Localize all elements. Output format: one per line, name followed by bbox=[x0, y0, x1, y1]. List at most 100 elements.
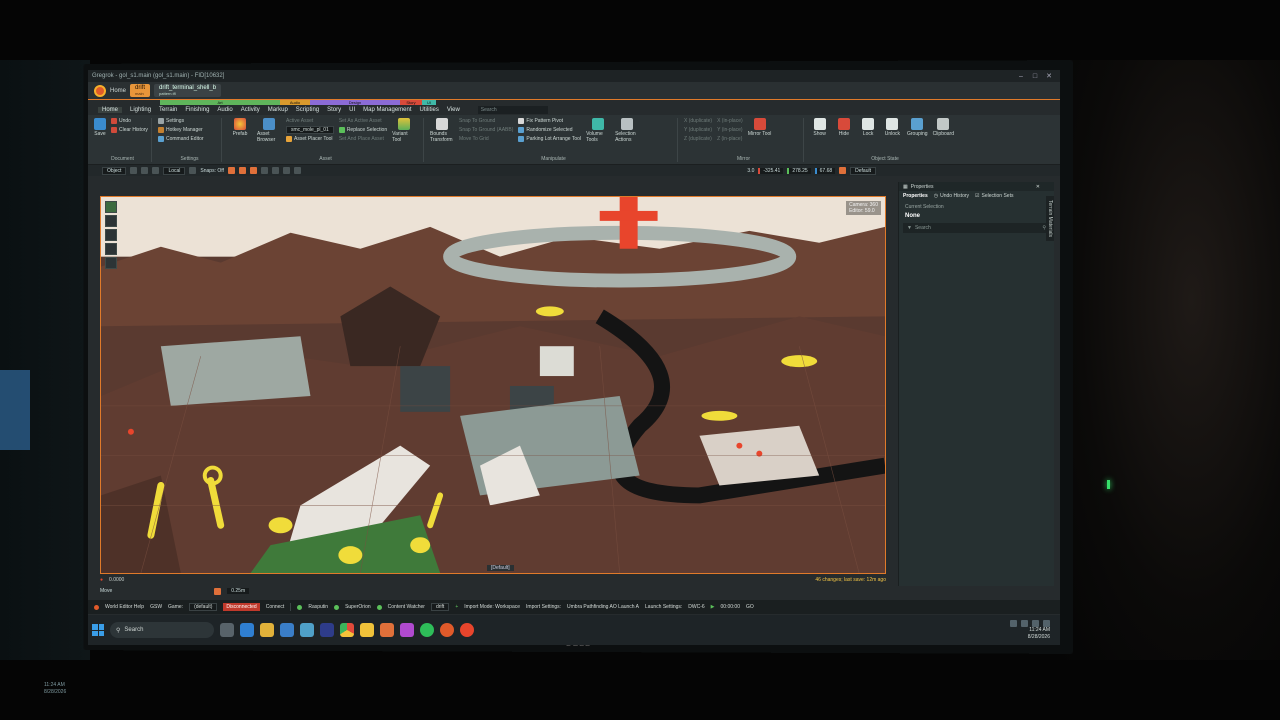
mode-select[interactable]: Object bbox=[102, 166, 127, 175]
tab-lighting[interactable]: Lighting bbox=[130, 107, 151, 113]
tab-scripting[interactable]: Scripting bbox=[296, 107, 319, 113]
vp-scale-tool-icon[interactable] bbox=[105, 243, 117, 255]
tab-utilities[interactable]: Utilities bbox=[420, 107, 439, 113]
doc-tab-main[interactable]: drift main bbox=[130, 84, 151, 97]
superorion-label[interactable]: SuperOrion bbox=[345, 604, 371, 610]
mirror-y-dup-button[interactable]: Y (duplicate) bbox=[684, 127, 712, 133]
spotify-icon[interactable] bbox=[420, 623, 434, 637]
vp-move-tool-icon[interactable] bbox=[105, 215, 117, 227]
undo-button[interactable]: Undo bbox=[111, 118, 148, 124]
move-speed-field[interactable]: 0.25m bbox=[227, 588, 250, 594]
ribbon-search-input[interactable]: Search bbox=[477, 106, 548, 114]
camera-icon[interactable] bbox=[260, 167, 268, 174]
gsw-indicator[interactable]: GSW bbox=[150, 604, 162, 610]
move-to-grid-button[interactable]: Move To Grid bbox=[459, 136, 513, 142]
tab-map-management[interactable]: Map Management bbox=[363, 107, 411, 113]
hotkey-manager-button[interactable]: Hotkey Manager bbox=[158, 127, 215, 133]
snap-rotate-icon[interactable] bbox=[238, 167, 246, 174]
vp-select-tool-icon[interactable] bbox=[105, 201, 117, 213]
error-indicator-icon[interactable]: ● bbox=[100, 577, 103, 583]
set-and-place-button[interactable]: Set And Place Asset bbox=[339, 136, 387, 142]
workspace-select[interactable]: drift bbox=[430, 603, 450, 611]
go-button[interactable]: GO bbox=[746, 604, 754, 610]
asset-placer-tool-button[interactable]: Asset Placer Tool bbox=[286, 136, 334, 142]
coord-x-field[interactable]: -325.41 bbox=[758, 167, 784, 174]
tray-chevron-icon[interactable] bbox=[1010, 620, 1017, 627]
remote-desktop-icon[interactable] bbox=[280, 623, 294, 637]
tray-network-icon[interactable] bbox=[1021, 620, 1028, 627]
tab-activity[interactable]: Activity bbox=[241, 107, 260, 113]
visibility-icon[interactable] bbox=[282, 167, 290, 174]
command-editor-button[interactable]: Command Editor bbox=[158, 136, 215, 142]
maximize-icon[interactable]: □ bbox=[1028, 73, 1042, 80]
media-icon[interactable] bbox=[460, 623, 474, 637]
tab-view[interactable]: View bbox=[447, 107, 460, 113]
clipboard-button[interactable]: Clipboard bbox=[933, 118, 954, 137]
lock-button[interactable]: Lock bbox=[859, 118, 878, 137]
snaps-toggle[interactable]: Snaps: Off bbox=[200, 168, 224, 174]
grouping-button[interactable]: Grouping bbox=[907, 118, 928, 137]
editor-app-icon[interactable] bbox=[380, 623, 394, 637]
coord-y-field[interactable]: 278.25 bbox=[787, 167, 811, 174]
mirror-x-in-button[interactable]: X (in-place) bbox=[717, 118, 743, 124]
layout-select[interactable]: Default bbox=[850, 166, 876, 175]
bounds-transform-button[interactable]: Bounds Transform bbox=[430, 118, 454, 143]
settings-button[interactable]: Settings bbox=[158, 118, 215, 124]
parking-lot-arrange-button[interactable]: Parking Lot Arrange Tool bbox=[518, 136, 581, 142]
content-watcher-label[interactable]: Content Watcher bbox=[388, 604, 425, 610]
grid-icon[interactable] bbox=[189, 167, 197, 174]
coord-z-field[interactable]: 67.68 bbox=[814, 167, 836, 174]
active-asset-select[interactable]: smc_mole_pl_01 bbox=[286, 126, 334, 134]
camera-label[interactable]: [Default] bbox=[487, 565, 514, 571]
mirror-z-in-button[interactable]: Z (in-place) bbox=[717, 136, 743, 142]
app-logo-icon[interactable] bbox=[94, 84, 106, 97]
gregrok-icon[interactable] bbox=[440, 623, 454, 637]
properties-search-input[interactable]: ▼ Search ⚲ bbox=[903, 223, 1050, 233]
import-flags[interactable]: Umbra Pathfinding AO Launch A bbox=[567, 604, 639, 610]
filter-icon[interactable] bbox=[293, 167, 301, 174]
move-speed-icon[interactable] bbox=[214, 587, 222, 595]
close-icon[interactable]: ✕ bbox=[1042, 72, 1056, 80]
photoshop-icon[interactable] bbox=[320, 623, 334, 637]
game-select[interactable]: (default) bbox=[189, 603, 218, 611]
taskbar-search-input[interactable]: ⚲ Search bbox=[110, 622, 214, 638]
tab-undo-history[interactable]: ◷ Undo History bbox=[934, 193, 969, 199]
import-mode-select[interactable]: Import Mode: Workspace bbox=[464, 604, 520, 610]
windows-start-icon[interactable] bbox=[92, 624, 104, 636]
mirror-y-in-button[interactable]: Y (in-place) bbox=[717, 127, 743, 133]
file-explorer-icon[interactable] bbox=[260, 623, 274, 637]
rasputin-label[interactable]: Rasputin bbox=[308, 604, 328, 610]
terminal-icon[interactable] bbox=[300, 623, 314, 637]
mirror-tool-button[interactable]: Mirror Tool bbox=[748, 118, 772, 142]
space-select[interactable]: Local bbox=[163, 166, 186, 175]
home-tab[interactable]: Home bbox=[110, 88, 126, 94]
replace-selection-button[interactable]: Replace Selection bbox=[338, 127, 387, 133]
tray-volume-icon[interactable] bbox=[1032, 620, 1039, 627]
move-tool-icon[interactable] bbox=[141, 167, 149, 174]
tab-ui[interactable]: UI bbox=[349, 107, 355, 113]
lighting-icon[interactable] bbox=[271, 167, 279, 174]
tab-terrain[interactable]: Terrain bbox=[159, 107, 177, 113]
set-as-active-button[interactable]: Set As Active Asset bbox=[339, 118, 387, 124]
clear-history-button[interactable]: Clear History bbox=[111, 127, 148, 133]
mirror-z-dup-button[interactable]: Z (duplicate) bbox=[684, 136, 712, 142]
camera-speed-value[interactable]: 3.0 bbox=[747, 168, 754, 174]
hide-button[interactable]: Hide bbox=[834, 118, 853, 137]
teams-icon[interactable] bbox=[400, 623, 414, 637]
selection-actions-button[interactable]: Selection Actions bbox=[615, 118, 639, 143]
add-icon[interactable]: + bbox=[455, 604, 458, 610]
show-button[interactable]: Show bbox=[810, 118, 829, 137]
doc-tab-terminal[interactable]: drift_terminal_shell_b pattern.tfl bbox=[154, 84, 222, 97]
mirror-x-dup-button[interactable]: X (duplicate) bbox=[684, 118, 712, 124]
record-icon[interactable] bbox=[839, 167, 847, 174]
connect-button[interactable]: Connect bbox=[266, 604, 285, 610]
panel-close-icon[interactable]: ✕ bbox=[1036, 184, 1040, 190]
3d-viewport[interactable]: Camera: 360 Editor: 59.0 [Default] bbox=[100, 196, 886, 574]
tab-markup[interactable]: Markup bbox=[268, 107, 288, 113]
minimize-icon[interactable]: – bbox=[1014, 73, 1028, 80]
tab-selection-sets[interactable]: ☑ Selection Sets bbox=[975, 193, 1013, 199]
terrain-materials-tab[interactable]: Terrain Materials bbox=[1046, 196, 1054, 241]
snap-to-ground-button[interactable]: Snap To Ground bbox=[459, 118, 513, 124]
randomize-selected-button[interactable]: Randomize Selected bbox=[518, 127, 581, 133]
chrome-icon[interactable] bbox=[340, 623, 354, 637]
